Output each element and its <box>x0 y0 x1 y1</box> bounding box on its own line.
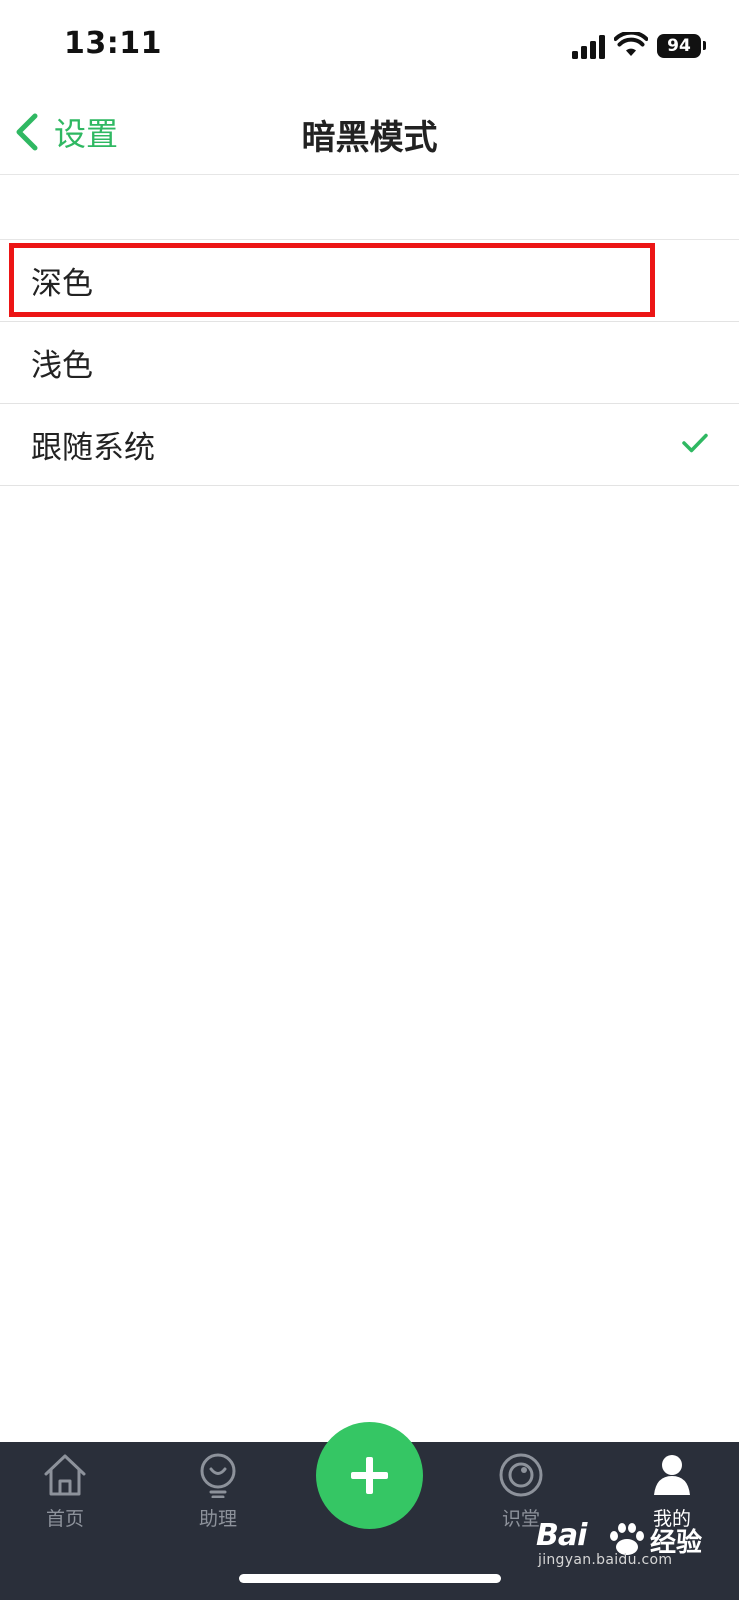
tab-assistant[interactable]: 助理 <box>163 1452 273 1531</box>
status-time: 13:11 <box>64 26 162 61</box>
chevron-left-icon <box>16 113 38 151</box>
add-button[interactable] <box>316 1422 423 1529</box>
battery-indicator: 94 <box>657 34 701 58</box>
battery-cap <box>703 41 706 50</box>
back-button[interactable]: 设置 <box>14 108 118 156</box>
appearance-options-list: 深色 浅色 跟随系统 <box>0 239 739 486</box>
tab-label: 识堂 <box>501 1508 540 1530</box>
smile-circle-icon <box>499 1453 543 1497</box>
tab-label: 我的 <box>652 1508 691 1530</box>
nav-bar: 设置 暗黑模式 <box>0 90 739 175</box>
tab-home[interactable]: 首页 <box>10 1452 120 1531</box>
tab-label: 首页 <box>45 1508 84 1530</box>
option-light[interactable]: 浅色 <box>0 322 739 404</box>
lightbulb-icon <box>200 1453 236 1498</box>
tab-label: 助理 <box>198 1508 237 1530</box>
option-label: 浅色 <box>31 348 93 384</box>
wifi-icon <box>614 32 648 56</box>
cellular-signal-icon <box>572 35 606 59</box>
checkmark-icon <box>682 433 708 453</box>
person-icon <box>654 1455 690 1495</box>
home-indicator[interactable] <box>239 1574 501 1583</box>
option-label: 跟随系统 <box>31 430 155 466</box>
tab-profile[interactable]: 我的 <box>617 1452 727 1531</box>
option-follow-system[interactable]: 跟随系统 <box>0 404 739 486</box>
home-icon <box>44 1454 86 1496</box>
status-bar: 13:11 94 <box>0 0 739 90</box>
option-label: 深色 <box>31 266 93 302</box>
option-dark[interactable]: 深色 <box>0 240 739 322</box>
back-label: 设置 <box>54 115 119 153</box>
tab-classroom[interactable]: 识堂 <box>466 1452 576 1531</box>
